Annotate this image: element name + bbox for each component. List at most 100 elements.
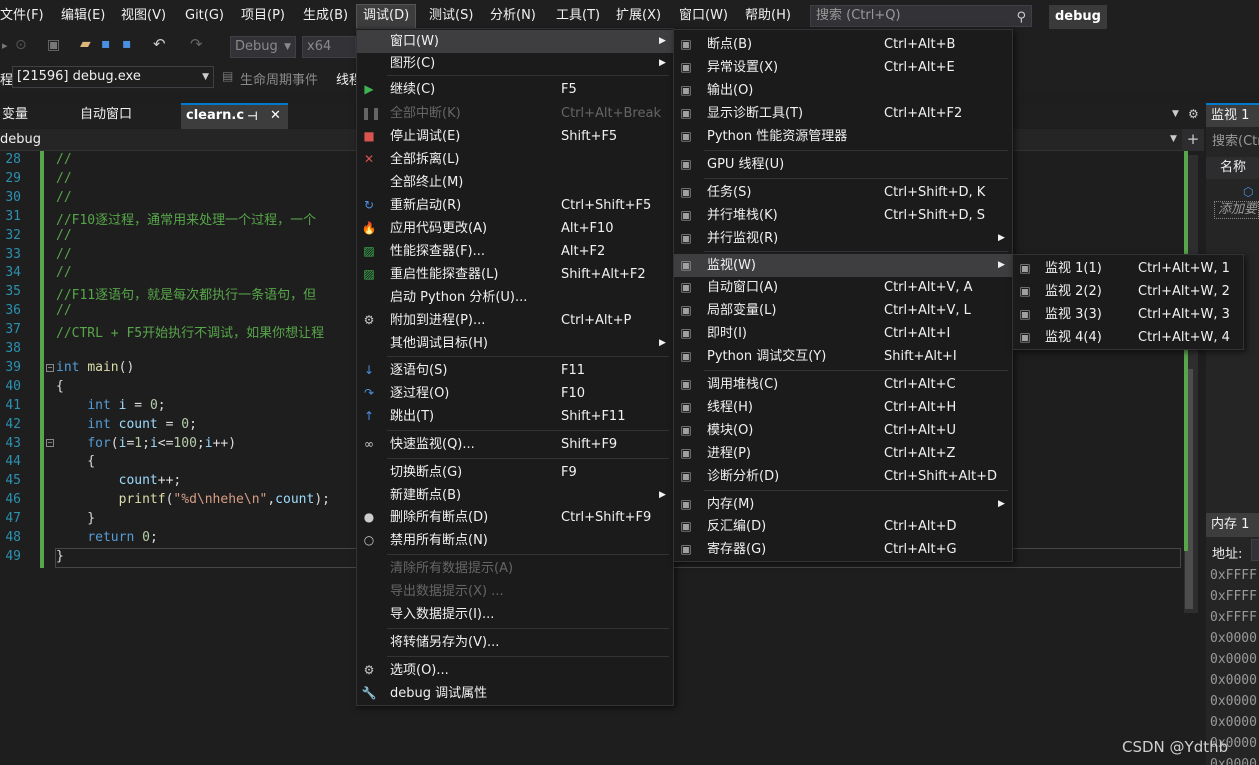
menu-test[interactable]: 测试(S)	[429, 6, 473, 26]
debug-menu-item[interactable]: ○ 禁用所有断点(N)	[357, 529, 673, 552]
menu-help[interactable]: 帮助(H)	[745, 6, 791, 26]
menu-git[interactable]: Git(G)	[185, 6, 224, 26]
debug-menu-item[interactable]: ▶ 继续(C) F5	[357, 78, 673, 101]
window-submenu-item[interactable]: ▣ 诊断分析(D) Ctrl+Shift+Alt+D	[674, 465, 1012, 488]
menu-build[interactable]: 生成(B)	[303, 6, 348, 26]
address-input[interactable]	[1251, 539, 1259, 561]
redo-icon[interactable]: ↷	[190, 35, 203, 53]
watch-title[interactable]: 监视 1	[1206, 103, 1259, 127]
debug-menu-item[interactable]: ∞ 快速监视(Q)... Shift+F9	[357, 433, 673, 456]
watch-search-input[interactable]: 搜索(Ctr	[1206, 131, 1259, 153]
window-submenu-item[interactable]: ▣ 模块(O) Ctrl+Alt+U	[674, 419, 1012, 442]
menu-extensions[interactable]: 扩展(X)	[616, 6, 661, 26]
tab-variables[interactable]: 变量	[0, 103, 28, 127]
code-line[interactable]: printf("%d\nhehe\n",count);	[56, 492, 330, 507]
debug-menu-item[interactable]: 导入数据提示(I)...	[357, 603, 673, 626]
code-line[interactable]: return 0;	[56, 530, 157, 545]
debug-menu-item[interactable]: 图形(C) ▶	[357, 52, 673, 75]
window-submenu-item[interactable]: ▣ Python 调试交互(Y) Shift+Alt+I	[674, 345, 1012, 368]
debug-menu-item[interactable]: ↷ 逐过程(O) F10	[357, 382, 673, 405]
window-submenu-item[interactable]: ▣ 即时(I) Ctrl+Alt+I	[674, 322, 1012, 345]
debug-menu-item[interactable]: 切换断点(G) F9	[357, 461, 673, 484]
menu-analyze[interactable]: 分析(N)	[490, 6, 536, 26]
window-submenu-item[interactable]: ▣ 内存(M) ▶	[674, 493, 1012, 516]
code-line[interactable]: //F10逐过程，通常用来处理一个过程，一个	[56, 209, 316, 228]
add-watch-item[interactable]: 添加要	[1214, 201, 1259, 219]
settings-gear-icon[interactable]: ⚙	[1188, 107, 1199, 121]
debug-menu-item[interactable]: ■ 停止调试(E) Shift+F5	[357, 125, 673, 148]
debug-menu-item[interactable]: 其他调试目标(H) ▶	[357, 332, 673, 355]
debug-menu-item[interactable]: ▨ 重启性能探查器(L) Shift+Alt+F2	[357, 263, 673, 286]
debug-menu-item[interactable]: 将转储另存为(V)...	[357, 631, 673, 654]
watch-submenu-item[interactable]: ▣ 监视 4(4) Ctrl+Alt+W, 4	[1013, 326, 1243, 349]
window-submenu-item[interactable]: ▣ 并行监视(R) ▶	[674, 227, 1012, 250]
new-item-icon[interactable]: ▣	[47, 37, 60, 53]
code-line[interactable]: //F11逐语句，就是每次都执行一条语句，但	[56, 284, 316, 303]
window-submenu-item[interactable]: ▣ 并行堆栈(K) Ctrl+Shift+D, S	[674, 204, 1012, 227]
code-line[interactable]: }	[56, 511, 95, 526]
menu-edit[interactable]: 编辑(E)	[61, 6, 105, 26]
watch-submenu-item[interactable]: ▣ 监视 3(3) Ctrl+Alt+W, 3	[1013, 303, 1243, 326]
tab-clearn-c[interactable]: clearn.c ⊣ ✕	[181, 103, 288, 129]
window-submenu-item[interactable]: ▣ 线程(H) Ctrl+Alt+H	[674, 396, 1012, 419]
window-submenu-item[interactable]: ▣ 异常设置(X) Ctrl+Alt+E	[674, 56, 1012, 79]
configuration-dropdown[interactable]: Debug ▼	[230, 36, 296, 58]
code-line[interactable]: }	[56, 549, 64, 564]
watch-submenu-item[interactable]: ▣ 监视 1(1) Ctrl+Alt+W, 1	[1013, 257, 1243, 280]
menu-window[interactable]: 窗口(W)	[679, 6, 728, 26]
undo-icon[interactable]: ↶	[153, 35, 166, 53]
code-line[interactable]: int count = 0;	[56, 417, 197, 432]
window-submenu-item[interactable]: ▣ 调用堆栈(C) Ctrl+Alt+C	[674, 373, 1012, 396]
menu-tools[interactable]: 工具(T)	[556, 6, 600, 26]
window-submenu-item[interactable]: ▣ 输出(O)	[674, 79, 1012, 102]
code-line[interactable]: int main()	[56, 360, 134, 375]
window-submenu-item[interactable]: ▣ GPU 线程(U)	[674, 153, 1012, 176]
code-line[interactable]: {	[56, 454, 95, 469]
debug-menu-item[interactable]: ⚙ 附加到进程(P)... Ctrl+Alt+P	[357, 309, 673, 332]
menu-file[interactable]: 文件(F)	[0, 6, 44, 26]
tab-overflow-icon[interactable]: ▼	[1172, 109, 1179, 119]
close-icon[interactable]: ✕	[270, 105, 281, 127]
process-dropdown[interactable]: [21596] debug.exe ▼	[12, 66, 214, 88]
open-folder-icon[interactable]: ▰	[80, 36, 91, 52]
window-submenu-item[interactable]: ▣ 自动窗口(A) Ctrl+Alt+V, A	[674, 276, 1012, 299]
platform-dropdown[interactable]: x64	[302, 36, 356, 58]
debug-menu-item[interactable]: 🔥 应用代码更改(A) Alt+F10	[357, 217, 673, 240]
menu-view[interactable]: 视图(V)	[121, 6, 166, 26]
lifecycle-events-button[interactable]: 生命周期事件	[240, 69, 318, 88]
code-line[interactable]: count++;	[56, 473, 182, 488]
debug-menu-item[interactable]: ▨ 性能探查器(F)... Alt+F2	[357, 240, 673, 263]
debug-menu-item[interactable]: ↓ 逐语句(S) F11	[357, 359, 673, 382]
code-line[interactable]: int i = 0;	[56, 398, 165, 413]
menu-project[interactable]: 项目(P)	[241, 6, 285, 26]
search-input[interactable]: 搜索 (Ctrl+Q) ⚲	[810, 5, 1032, 27]
solution-name[interactable]: debug	[1049, 5, 1107, 29]
code-line[interactable]: //	[56, 171, 72, 186]
code-line[interactable]: //	[56, 247, 72, 262]
code-line[interactable]: //	[56, 265, 72, 280]
debug-menu-item[interactable]: 🔧 debug 调试属性	[357, 682, 673, 705]
code-line[interactable]: //	[56, 190, 72, 205]
memory-title[interactable]: 内存 1	[1206, 513, 1259, 537]
forward-icon[interactable]: ⊙	[15, 37, 27, 53]
chevron-down-icon[interactable]: ▼	[1170, 134, 1177, 144]
tab-autos[interactable]: 自动窗口	[78, 103, 132, 127]
code-line[interactable]: //CTRL + F5开始执行不调试，如果你想让程	[56, 322, 324, 341]
code-line[interactable]: //	[56, 303, 72, 318]
save-icon[interactable]: ▪	[101, 36, 111, 52]
debug-menu-item[interactable]: ↑ 跳出(T) Shift+F11	[357, 405, 673, 428]
window-submenu-item[interactable]: ▣ Python 性能资源管理器	[674, 125, 1012, 148]
code-line[interactable]: {	[56, 379, 64, 394]
debug-menu-item[interactable]: 窗口(W) ▶	[357, 30, 673, 53]
watch-submenu-item[interactable]: ▣ 监视 2(2) Ctrl+Alt+W, 2	[1013, 280, 1243, 303]
code-line[interactable]: //	[56, 228, 72, 243]
code-line[interactable]: //	[56, 152, 72, 167]
window-submenu-item[interactable]: ▣ 反汇编(D) Ctrl+Alt+D	[674, 515, 1012, 538]
code-line[interactable]: for(i=1;i<=100;i++)	[56, 436, 236, 451]
save-all-icon[interactable]: ▪	[122, 36, 132, 52]
window-submenu-item[interactable]: ▣ 局部变量(L) Ctrl+Alt+V, L	[674, 299, 1012, 322]
pin-icon[interactable]: ⊣	[247, 105, 258, 127]
scope-dropdown[interactable]: debug	[0, 132, 41, 147]
split-add-icon[interactable]: +	[1182, 129, 1204, 151]
debug-menu-item[interactable]: ⚙ 选项(O)...	[357, 659, 673, 682]
